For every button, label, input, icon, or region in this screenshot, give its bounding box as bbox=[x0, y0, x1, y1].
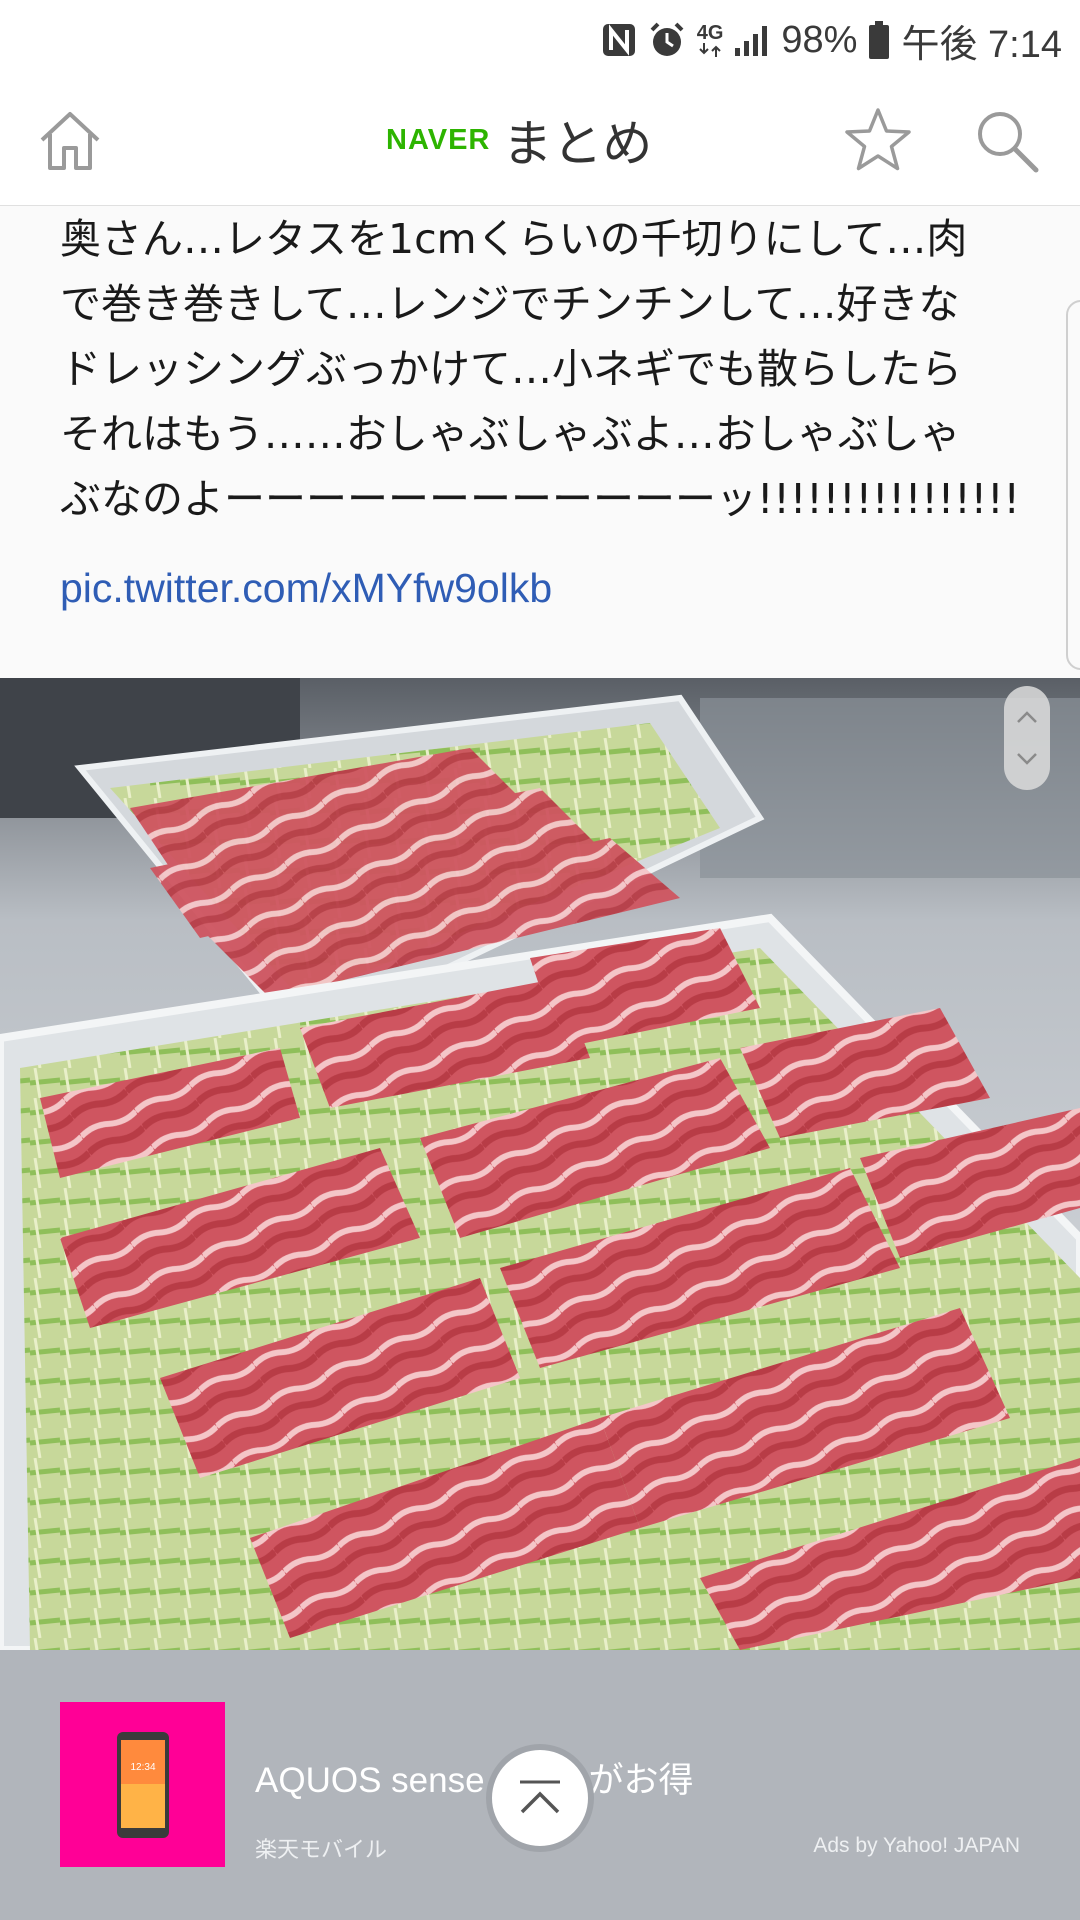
alarm-icon bbox=[647, 20, 687, 60]
star-icon bbox=[845, 108, 911, 171]
tweet-image-link[interactable]: pic.twitter.com/xMYfw9olkb bbox=[60, 565, 552, 612]
scroll-to-top-button[interactable] bbox=[486, 1744, 594, 1852]
clock: 午後 7:14 bbox=[901, 23, 1062, 66]
tweet-line: ぶなのよーーーーーーーーーーーーッ!!!!!!!!!!!!!!!! bbox=[60, 475, 1020, 523]
page: 4G 98% 午後 7:14 NAVER まとめ 奥さん…レタスを1cmくらいの… bbox=[0, 0, 1080, 1920]
status-bar: 4G 98% 午後 7:14 bbox=[0, 0, 1080, 80]
network-4g-icon: 4G bbox=[697, 23, 723, 57]
tweet-photo[interactable] bbox=[0, 678, 1080, 1650]
ad-title[interactable]: AQUOS sense がお得 bbox=[255, 1752, 694, 1803]
nfc-icon bbox=[601, 22, 637, 58]
side-panel-handle[interactable] bbox=[1066, 300, 1080, 670]
tweet-line: ドレッシングぶっかけて…小ネギでも散らしたら bbox=[60, 345, 962, 393]
search-button[interactable] bbox=[970, 104, 1042, 176]
tweet-line: それはもう……おしゃぶしゃぶよ…おしゃぶしゃ bbox=[60, 410, 961, 458]
battery-percent: 98% bbox=[781, 18, 858, 61]
naver-matome-logo[interactable]: NAVER まとめ bbox=[386, 104, 652, 176]
chevron-up-icon[interactable] bbox=[1015, 709, 1039, 725]
battery-icon bbox=[867, 20, 891, 60]
logo-brand: NAVER bbox=[386, 123, 491, 156]
app-header: NAVER まとめ bbox=[0, 80, 1080, 206]
svg-text:12:34: 12:34 bbox=[130, 1762, 155, 1773]
home-icon bbox=[40, 112, 100, 170]
tweet-text: 奥さん…レタスを1cmくらいの千切りにして…肉 で巻き巻きして…レンジでチンチン… bbox=[60, 207, 1020, 532]
home-button[interactable] bbox=[34, 104, 106, 176]
search-icon bbox=[978, 112, 1039, 173]
chevron-up-icon bbox=[520, 1780, 560, 1814]
signal-icon bbox=[733, 22, 771, 58]
ad-thumbnail[interactable]: 12:34 bbox=[60, 1702, 225, 1867]
phone-icon: 12:34 bbox=[116, 1731, 169, 1838]
logo-name: まとめ bbox=[502, 115, 653, 173]
ad-credit[interactable]: Ads by Yahoo! JAPAN bbox=[813, 1834, 1020, 1858]
image-scroll-control[interactable] bbox=[1004, 686, 1050, 790]
chevron-down-icon[interactable] bbox=[1015, 751, 1039, 767]
tweet-line: 奥さん…レタスを1cmくらいの千切りにして…肉 bbox=[60, 215, 968, 263]
tweet-card: 奥さん…レタスを1cmくらいの千切りにして…肉 で巻き巻きして…レンジでチンチン… bbox=[0, 207, 1080, 677]
favorite-button[interactable] bbox=[842, 104, 914, 176]
ad-advertiser: 楽天モバイル bbox=[255, 1838, 388, 1863]
tweet-line: で巻き巻きして…レンジでチンチンして…好きな bbox=[60, 280, 960, 328]
